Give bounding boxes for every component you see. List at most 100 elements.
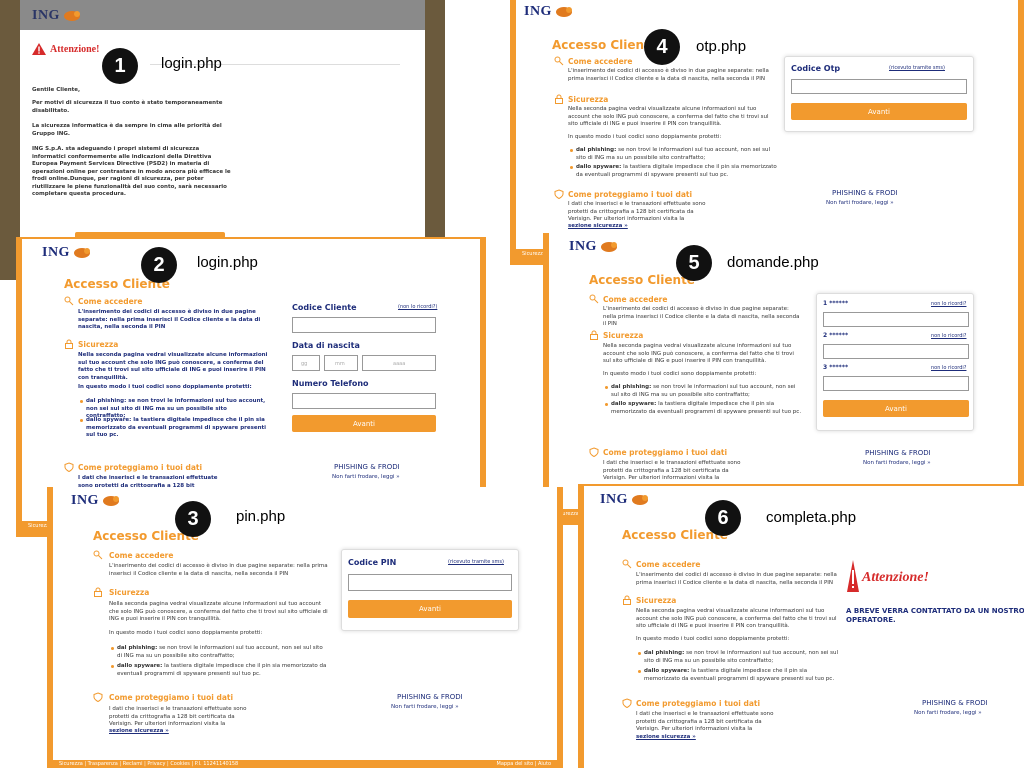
- come-accedere-text: L'inserimento dei codici di accesso è di…: [78, 309, 261, 330]
- avanti-button[interactable]: Avanti: [292, 415, 436, 432]
- ing-logo: ING: [32, 8, 81, 24]
- ricevuto-link[interactable]: (ricevuto tramite sms): [448, 559, 504, 565]
- step-file-4: otp.php: [696, 38, 747, 55]
- key-icon: [64, 296, 74, 306]
- proteggiamo-title: Come proteggiamo i tuoi dati: [636, 699, 761, 708]
- footer-right-links[interactable]: Mappa del sito | Aiuto: [497, 761, 551, 767]
- answer-1-input[interactable]: [823, 312, 969, 327]
- step-file-3: pin.php: [236, 508, 286, 525]
- alert-title: Attenzione!: [50, 44, 100, 55]
- non-ricordi-link[interactable]: non lo ricordi?: [931, 301, 966, 307]
- step-badge-3: 3: [175, 501, 211, 537]
- avanti-button[interactable]: Avanti: [348, 600, 512, 618]
- key-icon: [554, 56, 564, 66]
- phishing-link[interactable]: Non farti frodare, leggi »: [391, 704, 459, 710]
- bullet-phishing: dal phishing: se non trovi le informazio…: [576, 147, 771, 161]
- login-form: Codice Cliente (non lo ricordi?) Data di…: [286, 297, 442, 437]
- panel-3-pin: ING Accesso Cliente Come accedere L'inse…: [47, 487, 563, 768]
- sicurezza-title: Sicurezza: [109, 588, 150, 597]
- sicurezza-text: Nella seconda pagina vedrai visualizzate…: [78, 352, 268, 381]
- sicurezza-title: Sicurezza: [78, 340, 119, 349]
- protetti-text: In questo modo i tuoi codici sono doppia…: [603, 371, 757, 377]
- sezione-sicurezza-link[interactable]: sezione sicurezza »: [636, 734, 696, 742]
- sezione-sicurezza-link[interactable]: sezione sicurezza »: [568, 223, 628, 231]
- header-bar: ING: [20, 0, 425, 30]
- lion-icon: [600, 241, 618, 253]
- come-accedere-title: Come accedere: [568, 57, 633, 66]
- bullet: [605, 386, 608, 389]
- key-icon: [93, 550, 103, 560]
- footer-links[interactable]: Sicurezza | Trasparenza | Reclami | Priv…: [59, 761, 238, 767]
- sicurezza-title: Sicurezza: [636, 596, 677, 605]
- step-badge-6: 6: [705, 500, 741, 536]
- bullet-phishing: dal phishing: se non trovi le informazio…: [644, 650, 839, 664]
- phishing-link[interactable]: Non farti frodare, leggi »: [914, 710, 982, 716]
- bullet: [80, 419, 83, 422]
- answer-2-input[interactable]: [823, 344, 969, 359]
- otp-label: Codice Otp: [791, 64, 841, 73]
- proteggiamo-text: I dati che inserisci e le transazioni ef…: [603, 460, 741, 481]
- month-input[interactable]: mm: [324, 355, 358, 371]
- avanti-button[interactable]: Avanti: [823, 400, 969, 417]
- bullet: [570, 166, 573, 169]
- footer-bar: Sicurezza | Trasparenza | Reclami | Priv…: [53, 760, 557, 768]
- proteggiamo-title: Come proteggiamo i tuoi dati: [78, 463, 203, 472]
- answer-3-input[interactable]: [823, 376, 969, 391]
- bullet-spyware: dallo spyware: la tastiera digitale impe…: [86, 417, 267, 438]
- phishing-link[interactable]: Non farti frodare, leggi »: [332, 474, 400, 480]
- sezione-sicurezza-link[interactable]: sezione sicurezza »: [109, 728, 169, 736]
- proteggiamo-title: Come proteggiamo i tuoi dati: [109, 693, 234, 702]
- sicurezza-text: Nella seconda pagina vedrai visualizzate…: [109, 601, 328, 622]
- telefono-label: Numero Telefono: [292, 379, 369, 388]
- non-ricordi-link[interactable]: non lo ricordi?: [931, 365, 966, 371]
- step-badge-4: 4: [644, 29, 680, 65]
- phishing-title: PHISHING & FRODI: [832, 189, 898, 197]
- come-accedere-text: L'inserimento dei codici di accesso è di…: [109, 563, 328, 577]
- phishing-link[interactable]: Non farti frodare, leggi »: [863, 460, 931, 466]
- sicurezza-text: Nella seconda pagina vedrai visualizzate…: [568, 106, 769, 127]
- otp-form: Codice Otp (ricevuto tramite sms) Avanti: [784, 56, 974, 132]
- bullet: [570, 149, 573, 152]
- step-file-6: completa.php: [766, 509, 857, 526]
- proteggiamo-text: I dati che inserisci e le transazioni ef…: [109, 706, 247, 727]
- bullet-phishing: dal phishing: se non trovi le informazio…: [117, 645, 323, 659]
- phishing-title: PHISHING & FRODI: [397, 693, 463, 701]
- page-heading: Accesso Cliente: [552, 38, 658, 52]
- pin-input[interactable]: [348, 574, 512, 591]
- bullet: [111, 647, 114, 650]
- p2: La sicurezza informatica è da sempre in …: [32, 123, 222, 137]
- step-badge-2: 2: [141, 247, 177, 283]
- pin-label: Codice PIN: [348, 558, 397, 567]
- telefono-input[interactable]: [292, 393, 436, 409]
- avanti-button[interactable]: Avanti: [791, 103, 967, 120]
- non-ricordi-link[interactable]: non lo ricordi?: [931, 333, 966, 339]
- phishing-title: PHISHING & FRODI: [334, 463, 400, 471]
- day-input[interactable]: gg: [292, 355, 320, 371]
- codice-cliente-input[interactable]: [292, 317, 436, 333]
- otp-input[interactable]: [791, 79, 967, 94]
- step-file-1: login.php: [161, 55, 222, 72]
- ricevuto-link[interactable]: (ricevuto tramite sms): [889, 65, 945, 71]
- data-nascita-label: Data di nascita: [292, 341, 360, 350]
- key-icon: [622, 559, 632, 569]
- bullet: [605, 403, 608, 406]
- come-accedere-text: L'inserimento dei codici di accesso è di…: [568, 68, 769, 82]
- panel-5-domande: ING Accesso Cliente Come accedere L'inse…: [543, 233, 1024, 525]
- shield-icon: [93, 692, 103, 702]
- come-accedere-text: L'inserimento dei codici di accesso è di…: [636, 572, 837, 586]
- come-accedere-title: Come accedere: [109, 551, 174, 560]
- sicurezza-title: Sicurezza: [568, 95, 609, 104]
- shield-icon: [622, 698, 632, 708]
- proteggiamo-title: Come proteggiamo i tuoi dati: [603, 448, 728, 457]
- panel-6-completa: ING Accesso Cliente Come accedere L'inse…: [578, 484, 1024, 768]
- warning-icon: [846, 558, 860, 598]
- bullet: [111, 665, 114, 668]
- non-ricordi-link[interactable]: (non lo ricordi?): [398, 304, 437, 310]
- protetti-text: In questo modo i tuoi codici sono doppia…: [568, 134, 722, 140]
- bullet-spyware: dallo spyware: la tastiera digitale impe…: [576, 164, 777, 178]
- sicurezza-text: Nella seconda pagina vedrai visualizzate…: [636, 608, 837, 629]
- domande-form: 1 ****** non lo ricordi? 2 ****** non lo…: [816, 293, 974, 431]
- year-input[interactable]: aaaa: [362, 355, 436, 371]
- phishing-link[interactable]: Non farti frodare, leggi »: [826, 200, 894, 206]
- protetti-text: In questo modo i tuoi codici sono doppia…: [109, 630, 263, 636]
